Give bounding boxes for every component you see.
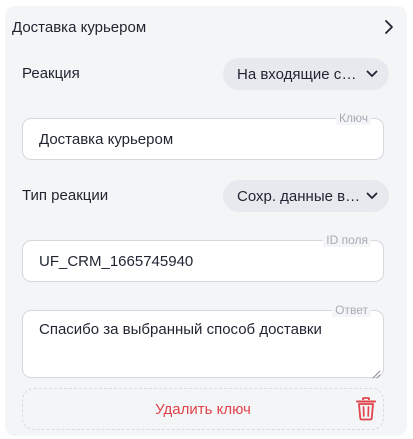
chevron-right-icon[interactable] — [382, 18, 396, 36]
field-id-tag: ID поля — [323, 233, 371, 247]
reaction-select-value: На входящие сообщения — [237, 65, 361, 83]
key-input[interactable]: Доставка курьером — [39, 119, 173, 159]
key-settings-panel: Доставка курьером Реакция На входящие со… — [5, 6, 407, 436]
chevron-down-icon — [365, 67, 379, 81]
key-field[interactable]: Ключ Доставка курьером — [22, 111, 384, 160]
trash-icon[interactable] — [355, 397, 377, 421]
reaction-type-select[interactable]: Сохр. данные в поле — [223, 180, 389, 212]
chevron-down-icon — [365, 189, 379, 203]
reaction-label: Реакция — [22, 65, 80, 82]
delete-key-label: Удалить ключ — [155, 400, 251, 418]
field-id-field[interactable]: ID поля UF_CRM_1665745940 — [22, 233, 384, 282]
key-field-tag: Ключ — [336, 111, 371, 125]
key-header[interactable]: Доставка курьером — [12, 16, 396, 38]
delete-key-button[interactable]: Удалить ключ — [22, 388, 384, 430]
answer-field[interactable]: Ответ Спасибо за выбранный способ достав… — [22, 303, 384, 379]
key-title: Доставка курьером — [12, 18, 147, 36]
answer-field-tag: Ответ — [332, 303, 371, 317]
reaction-type-label: Тип реакции — [22, 187, 109, 204]
field-id-input[interactable]: UF_CRM_1665745940 — [39, 241, 193, 281]
resize-grip-icon[interactable] — [372, 366, 381, 379]
reaction-type-select-value: Сохр. данные в поле — [237, 187, 361, 205]
answer-textarea[interactable]: Спасибо за выбранный способ доставки — [39, 321, 367, 339]
reaction-select[interactable]: На входящие сообщения — [223, 58, 389, 90]
